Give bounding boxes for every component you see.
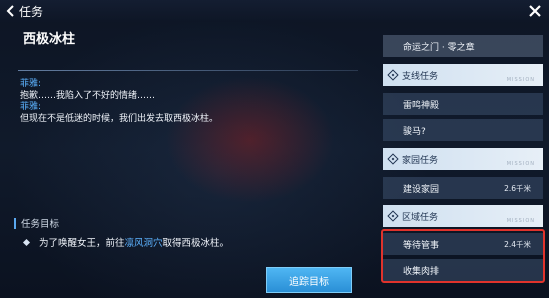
dialog-speaker: 菲雅: <box>20 102 42 112</box>
section-header-region[interactable]: 区域任务 MISSION <box>383 205 543 227</box>
dialog-line: 但现在不是低迷的时候，我们出发去取西极冰柱。 <box>20 113 219 124</box>
section-diamond-icon <box>387 69 399 81</box>
top-bar: 任务 <box>0 0 549 22</box>
section-diamond-icon <box>387 153 399 165</box>
section-watermark: MISSION <box>506 77 535 83</box>
section-header-side[interactable]: 支线任务 MISSION <box>383 64 543 86</box>
quest-item-chapter[interactable]: 命运之门 · 零之章 <box>383 35 543 57</box>
quest-item[interactable]: 骏马? <box>383 119 543 141</box>
goal-text-before: 为了唤醒女王，前往 <box>39 238 125 249</box>
section-watermark: MISSION <box>506 161 535 167</box>
close-icon[interactable] <box>527 3 543 19</box>
section-header-home[interactable]: 家园任务 MISSION <box>383 148 543 170</box>
quest-item-label: 雷鸣神殿 <box>403 100 440 111</box>
quest-item-distance: 2.6千米 <box>504 183 531 193</box>
dialog-line: 抱歉……我陷入了不好的情绪…… <box>20 90 156 101</box>
goal-heading-label: 任务目标 <box>21 219 60 230</box>
goal-text-after: 取得西极冰柱。 <box>162 238 230 249</box>
quest-item-label: 建设家园 <box>403 184 440 195</box>
quest-title: 西极冰柱 <box>23 32 76 47</box>
goal-place-link[interactable]: 凛风洞穴 <box>125 235 163 249</box>
goal-diamond-icon <box>22 238 31 246</box>
quest-item[interactable]: 雷鸣神殿 <box>383 93 543 115</box>
quest-item[interactable]: 建设家园 2.6千米 <box>383 177 543 199</box>
section-diamond-icon <box>387 210 399 222</box>
quest-item-label: 骏马? <box>403 126 426 137</box>
track-target-button[interactable]: 追踪目标 <box>266 267 352 293</box>
back-arrow-icon[interactable] <box>6 5 16 17</box>
section-header-label: 家园任务 <box>402 155 439 166</box>
section-header-label: 区域任务 <box>402 212 439 223</box>
goal-heading-bar <box>14 217 16 229</box>
section-header-label: 支线任务 <box>402 71 439 82</box>
dialog-speaker: 菲雅: <box>20 79 42 89</box>
quest-item-label: 命运之门 · 零之章 <box>403 42 475 53</box>
goal-heading: 任务目标 <box>14 216 59 230</box>
goal-item: 为了唤醒女王，前往 凛风洞穴 取得西极冰柱。 <box>22 235 230 249</box>
title-divider <box>18 70 358 71</box>
section-watermark: MISSION <box>506 218 535 224</box>
dialog-log: 菲雅: 抱歉……我陷入了不好的情绪…… 菲雅: 但现在不是低迷的时候，我们出发去… <box>20 79 218 125</box>
selection-highlight <box>381 229 545 283</box>
window-title: 任务 <box>19 5 44 19</box>
